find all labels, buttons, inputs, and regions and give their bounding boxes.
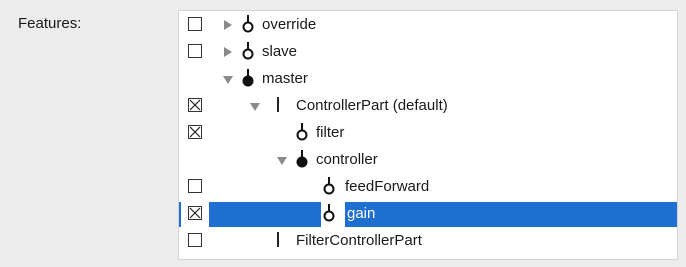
checkbox-override[interactable] [188, 17, 202, 31]
open-circle-node-icon [242, 15, 254, 33]
tree-row-controller[interactable]: controller [179, 148, 677, 173]
tree-row-label: feedForward [345, 178, 430, 195]
features-label: Features: [18, 15, 82, 32]
checkbox-filter[interactable] [188, 125, 202, 139]
checkbox-controllerpart[interactable] [188, 98, 202, 112]
tree-row-label: slave [262, 43, 298, 60]
x-mark-checkbox-icon [189, 99, 201, 111]
tree-row-label: gain [347, 205, 376, 222]
selection-highlight [209, 202, 321, 227]
tree-row-feedforward[interactable]: feedForward [179, 175, 677, 200]
disclosure-down-icon[interactable] [277, 157, 287, 165]
disclosure-down-icon[interactable] [223, 76, 233, 84]
vertical-bar-node-icon [277, 97, 279, 112]
tree-row-label: controller [316, 151, 378, 168]
checkbox-feedforward[interactable] [188, 179, 202, 193]
disclosure-right-icon[interactable] [224, 47, 232, 57]
tree-row-label: override [262, 16, 317, 33]
open-circle-node-icon [242, 42, 254, 60]
tree-row-override[interactable]: override [179, 13, 677, 38]
checkbox-gain[interactable] [188, 206, 202, 220]
tree-row-label: master [262, 70, 308, 87]
filled-circle-node-icon [242, 69, 254, 87]
tree-row-filtercontrollerpart[interactable]: FilterControllerPart [179, 229, 677, 254]
selection-highlight [345, 202, 677, 227]
checkbox-filtercontrollerpart[interactable] [188, 233, 202, 247]
open-circle-node-icon [323, 204, 335, 222]
open-circle-node-icon [296, 123, 308, 141]
tree-row-gain[interactable]: gain [179, 202, 677, 227]
disclosure-right-icon[interactable] [224, 20, 232, 30]
x-mark-checkbox-icon [189, 207, 201, 219]
vertical-bar-node-icon [277, 232, 279, 247]
open-circle-node-icon [323, 177, 335, 195]
tree-row-slave[interactable]: slave [179, 40, 677, 65]
tree-row-label: filter [316, 124, 345, 141]
x-mark-checkbox-icon [189, 126, 201, 138]
tree-row-label: ControllerPart (default) [296, 97, 448, 114]
tree-row-filter[interactable]: filter [179, 121, 677, 146]
checkbox-slave[interactable] [188, 44, 202, 58]
disclosure-down-icon[interactable] [250, 103, 260, 111]
selection-highlight [179, 202, 181, 227]
tree-row-controllerpart[interactable]: ControllerPart (default) [179, 94, 677, 119]
tree-row-master[interactable]: master [179, 67, 677, 92]
tree-row-label: FilterControllerPart [296, 232, 422, 249]
filled-circle-node-icon [296, 150, 308, 168]
features-tree[interactable]: override slave master ControllerPart (de… [178, 10, 678, 260]
